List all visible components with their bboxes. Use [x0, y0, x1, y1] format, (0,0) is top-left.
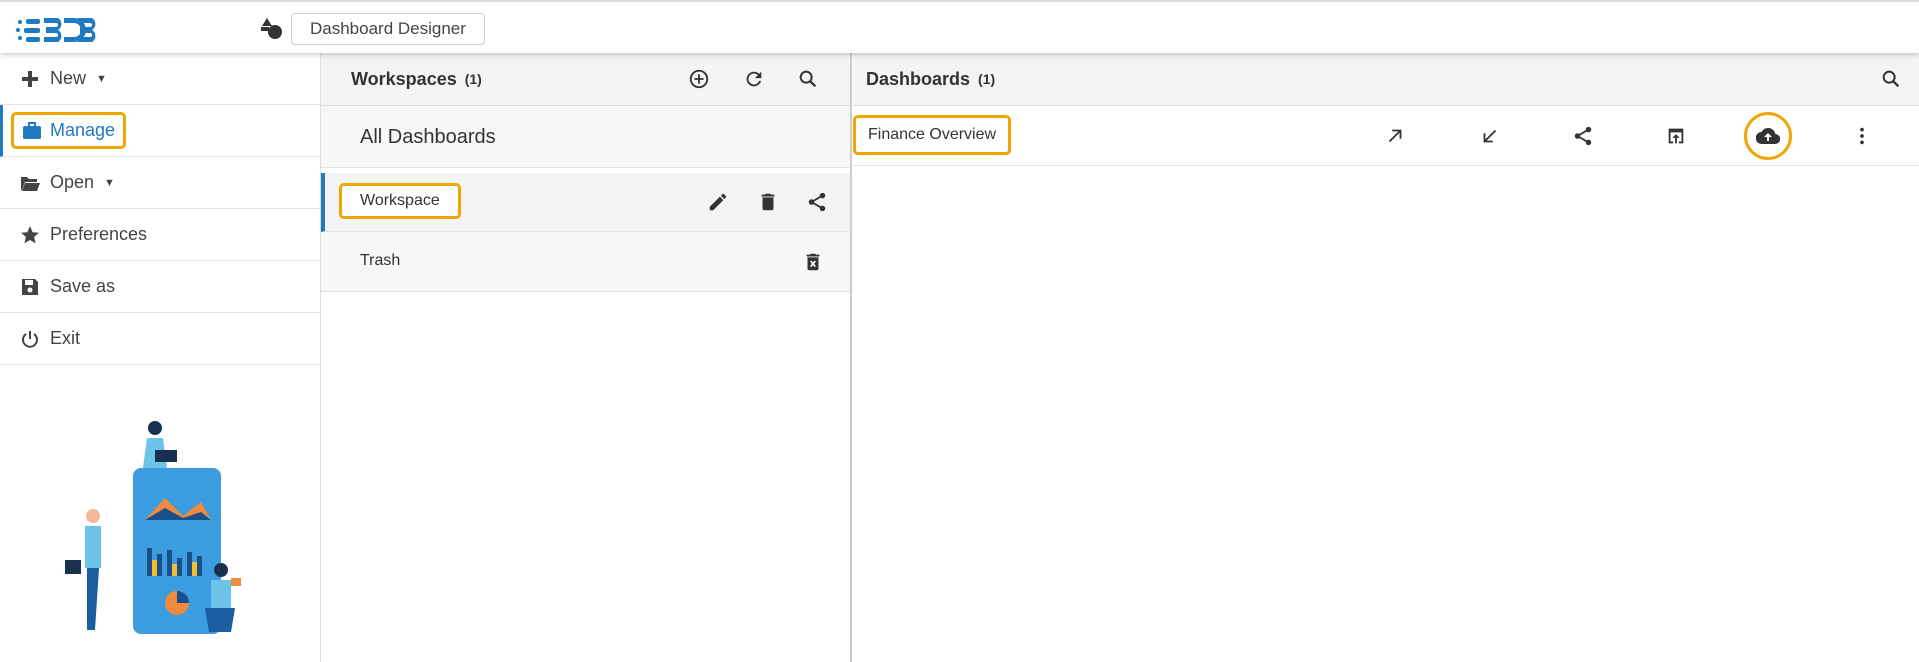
power-icon: [22, 330, 38, 348]
illustration: [65, 421, 241, 634]
workspaces-title: Workspaces: [351, 68, 457, 89]
star-icon: [21, 225, 39, 243]
share-icon: [808, 192, 826, 212]
workspace-label: Workspace: [339, 183, 461, 219]
import-button[interactable]: [1477, 123, 1503, 149]
dashboards-title: Dashboards: [866, 68, 971, 89]
sidebar-item-label: Manage: [50, 120, 116, 140]
empty-trash-button[interactable]: [800, 249, 826, 275]
pencil-icon: [709, 193, 727, 211]
trash-item[interactable]: Trash: [321, 232, 850, 292]
sidebar-item-exit[interactable]: Exit: [0, 313, 320, 365]
dashboard-designer-button[interactable]: Dashboard Designer: [291, 13, 485, 45]
publish-button[interactable]: [1663, 123, 1689, 149]
sidebar-item-new[interactable]: New ▼: [0, 53, 320, 105]
workspaces-header: Workspaces (1): [321, 53, 850, 106]
sidebar-item-label: Open: [50, 172, 95, 192]
search-dashboards-button[interactable]: [1878, 66, 1904, 92]
sidebar-item-open[interactable]: Open ▼: [0, 157, 320, 209]
more-options-button[interactable]: [1849, 123, 1875, 149]
folder-open-icon: [21, 176, 40, 191]
arrow-up-right-icon: [1388, 129, 1402, 143]
open-in-browser-icon: [1668, 128, 1684, 144]
dashboards-panel: Dashboards (1) Finance Overview: [853, 53, 1919, 662]
open-dashboard-button[interactable]: [1382, 123, 1408, 149]
workspace-item[interactable]: Workspace: [321, 173, 850, 232]
share-icon: [1574, 126, 1592, 146]
add-circle-icon: [689, 69, 709, 89]
sidebar-item-label: Preferences: [50, 224, 148, 244]
add-workspace-button[interactable]: [686, 66, 712, 92]
dashboard-label[interactable]: Finance Overview: [853, 115, 1012, 155]
arrow-down-left-icon: [1483, 129, 1497, 143]
caret-down-icon: ▼: [96, 72, 107, 85]
sidebar-item-label: Exit: [50, 328, 81, 348]
search-icon: [799, 70, 817, 88]
sidebar-item-manage[interactable]: Manage: [0, 105, 320, 157]
refresh-button[interactable]: [741, 66, 767, 92]
sidebar-item-preferences[interactable]: Preferences: [0, 209, 320, 261]
upload-button[interactable]: [1744, 112, 1792, 160]
share-dashboard-button[interactable]: [1570, 123, 1596, 149]
sidebar: New ▼ Manage Open ▼ Preferences Save as Ex…: [0, 53, 321, 662]
delete-workspace-button[interactable]: [755, 189, 781, 215]
save-icon: [22, 278, 38, 295]
workspaces-panel: Workspaces (1) All Dashboards Workspace T…: [321, 53, 852, 662]
sidebar-item-save-as[interactable]: Save as: [0, 261, 320, 313]
sidebar-item-label: New: [50, 68, 87, 88]
search-workspaces-button[interactable]: [795, 66, 821, 92]
plus-icon: [22, 70, 38, 87]
search-icon: [1882, 70, 1900, 88]
dashboard-designer-icon: [261, 18, 282, 39]
edit-workspace-button[interactable]: [705, 189, 731, 215]
dashboard-row[interactable]: Finance Overview: [853, 106, 1919, 166]
refresh-icon: [746, 71, 762, 87]
trash-label: Trash: [360, 252, 401, 269]
bdb-logo: [16, 18, 96, 42]
cloud-upload-icon: [1756, 127, 1780, 145]
more-vertical-icon: [1860, 127, 1864, 145]
trash-x-icon: [806, 253, 820, 271]
dashboards-count: (1): [978, 71, 996, 87]
briefcase-icon: [23, 121, 41, 139]
trash-icon: [761, 193, 775, 211]
sidebar-item-label: Save as: [50, 276, 116, 296]
top-header: Dashboard Designer: [0, 0, 1919, 53]
workspaces-count: (1): [464, 71, 482, 87]
share-workspace-button[interactable]: [804, 189, 830, 215]
dashboards-header: Dashboards (1): [853, 53, 1919, 106]
caret-down-icon: ▼: [104, 176, 115, 189]
all-dashboards-item[interactable]: All Dashboards: [321, 106, 850, 168]
